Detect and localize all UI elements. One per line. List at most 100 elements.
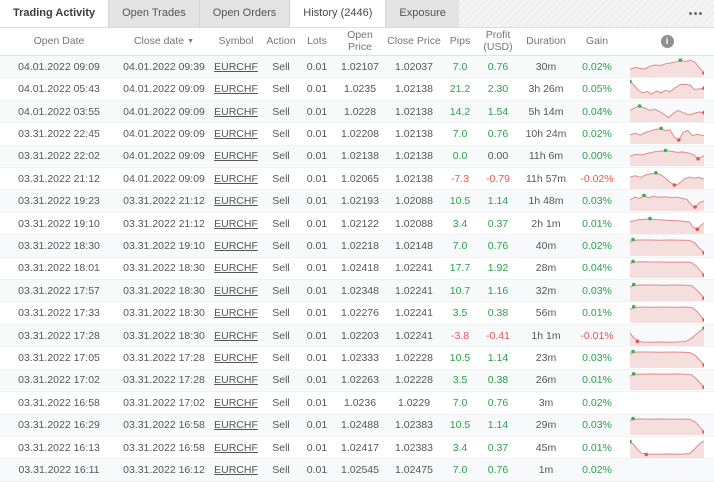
trade-sparkline-chart [620,459,714,480]
symbol-link[interactable]: EURCHF [210,419,262,431]
cell-open-date: 03.31.2022 16:11 [18,464,100,477]
symbol-link[interactable]: EURCHF [210,464,262,476]
trade-sparkline-chart [620,56,714,77]
symbol-link-text[interactable]: EURCHF [214,262,258,274]
symbol-link[interactable]: EURCHF [210,106,262,118]
chart-column-header[interactable]: i [620,35,714,48]
cell-pips: 10.5 [449,351,471,364]
symbol-link-text[interactable]: EURCHF [214,61,258,73]
cell-duration: 26m [535,374,557,387]
table-row: 03.31.2022 17:28 03.31.2022 18:30 EURCHF Se… [0,324,714,348]
cell-pips: 3.5 [452,374,468,387]
symbol-link-text[interactable]: EURCHF [214,285,258,297]
cell-profit: 1.14 [487,419,509,432]
tab-trading-activity[interactable]: Trading Activity [0,0,109,27]
symbol-link-text[interactable]: EURCHF [214,374,258,386]
cell-profit: 0.00 [487,150,509,163]
symbol-link-text[interactable]: EURCHF [214,128,258,140]
cell-open-price: 1.0228 [343,105,377,118]
cell-close-date: 03.31.2022 18:30 [123,307,205,320]
cell-gain: 0.03% [582,195,612,208]
symbol-link[interactable]: EURCHF [210,374,262,386]
cell-open-price: 1.0236 [343,396,377,409]
symbol-link[interactable]: EURCHF [210,442,262,454]
trade-sparkline-chart [620,347,714,368]
symbol-link-text[interactable]: EURCHF [214,352,258,364]
cell-lots: 0.01 [306,441,328,454]
open-marker-dot [631,349,635,354]
symbol-link[interactable]: EURCHF [210,150,262,162]
symbol-link-text[interactable]: EURCHF [214,307,258,319]
symbol-link[interactable]: EURCHF [210,173,262,185]
cell-action: Sell [272,441,290,454]
symbol-link-text[interactable]: EURCHF [214,150,258,162]
symbol-link[interactable]: EURCHF [210,128,262,140]
tab-open-trades[interactable]: Open Trades [108,0,199,27]
symbol-link[interactable]: EURCHF [210,218,262,230]
cell-duration: 40m [535,239,557,252]
symbol-link-text[interactable]: EURCHF [214,442,258,454]
tab-exposure[interactable]: Exposure [385,0,459,27]
trade-sparkline-chart [620,78,714,100]
symbol-link[interactable]: EURCHF [210,240,262,252]
cell-profit: 1.92 [487,262,509,275]
symbol-link-text[interactable]: EURCHF [214,195,258,207]
symbol-link-text[interactable]: EURCHF [214,83,258,95]
cell-close-price: 1.02138 [395,172,433,185]
open-marker-dot [678,58,683,62]
cell-profit: 0.76 [487,127,509,140]
open-marker-dot [631,372,636,376]
symbol-link[interactable]: EURCHF [210,195,262,207]
table-row: 04.01.2022 05:43 04.01.2022 09:09 EURCHF Se… [0,78,714,101]
symbol-link[interactable]: EURCHF [210,285,262,297]
symbol-link-text[interactable]: EURCHF [214,240,258,252]
symbol-link-text[interactable]: EURCHF [214,464,258,476]
cell-open-price: 1.02333 [341,351,379,364]
symbol-link-text[interactable]: EURCHF [214,419,258,431]
cell-gain: -0.01% [580,329,614,342]
symbol-link[interactable]: EURCHF [210,330,262,342]
info-icon[interactable]: i [660,35,674,48]
symbol-link[interactable]: EURCHF [210,397,262,409]
table-row: 03.31.2022 17:33 03.31.2022 18:30 EURCHF Se… [0,302,714,325]
cell-duration: 3m [538,396,554,409]
symbol-link-text[interactable]: EURCHF [214,218,258,230]
cell-pips: -3.8 [450,329,470,342]
cell-action: Sell [272,239,290,252]
cell-gain: 0.04% [582,105,612,118]
trade-sparkline-chart [620,302,714,324]
cell-action: Sell [272,284,290,297]
tab-history-2446[interactable]: History (2446) [289,0,386,27]
symbol-link[interactable]: EURCHF [210,61,262,73]
symbol-link-text[interactable]: EURCHF [214,106,258,118]
cell-action: Sell [272,150,290,163]
cell-open-price: 1.02122 [341,217,379,230]
cell-close-date: 03.31.2022 18:30 [123,284,205,297]
more-options-icon[interactable] [687,8,704,19]
symbol-link[interactable]: EURCHF [210,352,262,364]
cell-lots: 0.01 [306,284,328,297]
symbol-link[interactable]: EURCHF [210,83,262,95]
cell-close-price: 1.02088 [395,217,433,230]
cell-gain: 0.02% [582,396,612,409]
cell-open-price: 1.02138 [341,150,379,163]
column-header-close-date[interactable]: Close date ▼ [118,35,210,48]
cell-open-date: 03.31.2022 16:58 [18,396,100,409]
cell-close-price: 1.02241 [395,329,433,342]
cell-close-date: 03.31.2022 18:30 [123,262,205,275]
cell-pips: 7.0 [452,60,468,73]
open-marker-dot [631,282,636,287]
cell-pips: 21.2 [449,83,471,96]
symbol-link[interactable]: EURCHF [210,307,262,319]
symbol-link[interactable]: EURCHF [210,262,262,274]
tab-open-orders[interactable]: Open Orders [198,0,290,27]
cell-lots: 0.01 [306,60,328,73]
table-row: 03.31.2022 18:01 03.31.2022 18:30 EURCHF Se… [0,258,714,281]
cell-lots: 0.01 [306,262,328,275]
symbol-link-text[interactable]: EURCHF [214,173,258,185]
symbol-link-text[interactable]: EURCHF [214,330,258,342]
symbol-link-text[interactable]: EURCHF [214,397,258,409]
cell-lots: 0.01 [306,396,328,409]
column-header-symbol: Symbol [218,34,254,47]
open-marker-dot [631,259,635,264]
